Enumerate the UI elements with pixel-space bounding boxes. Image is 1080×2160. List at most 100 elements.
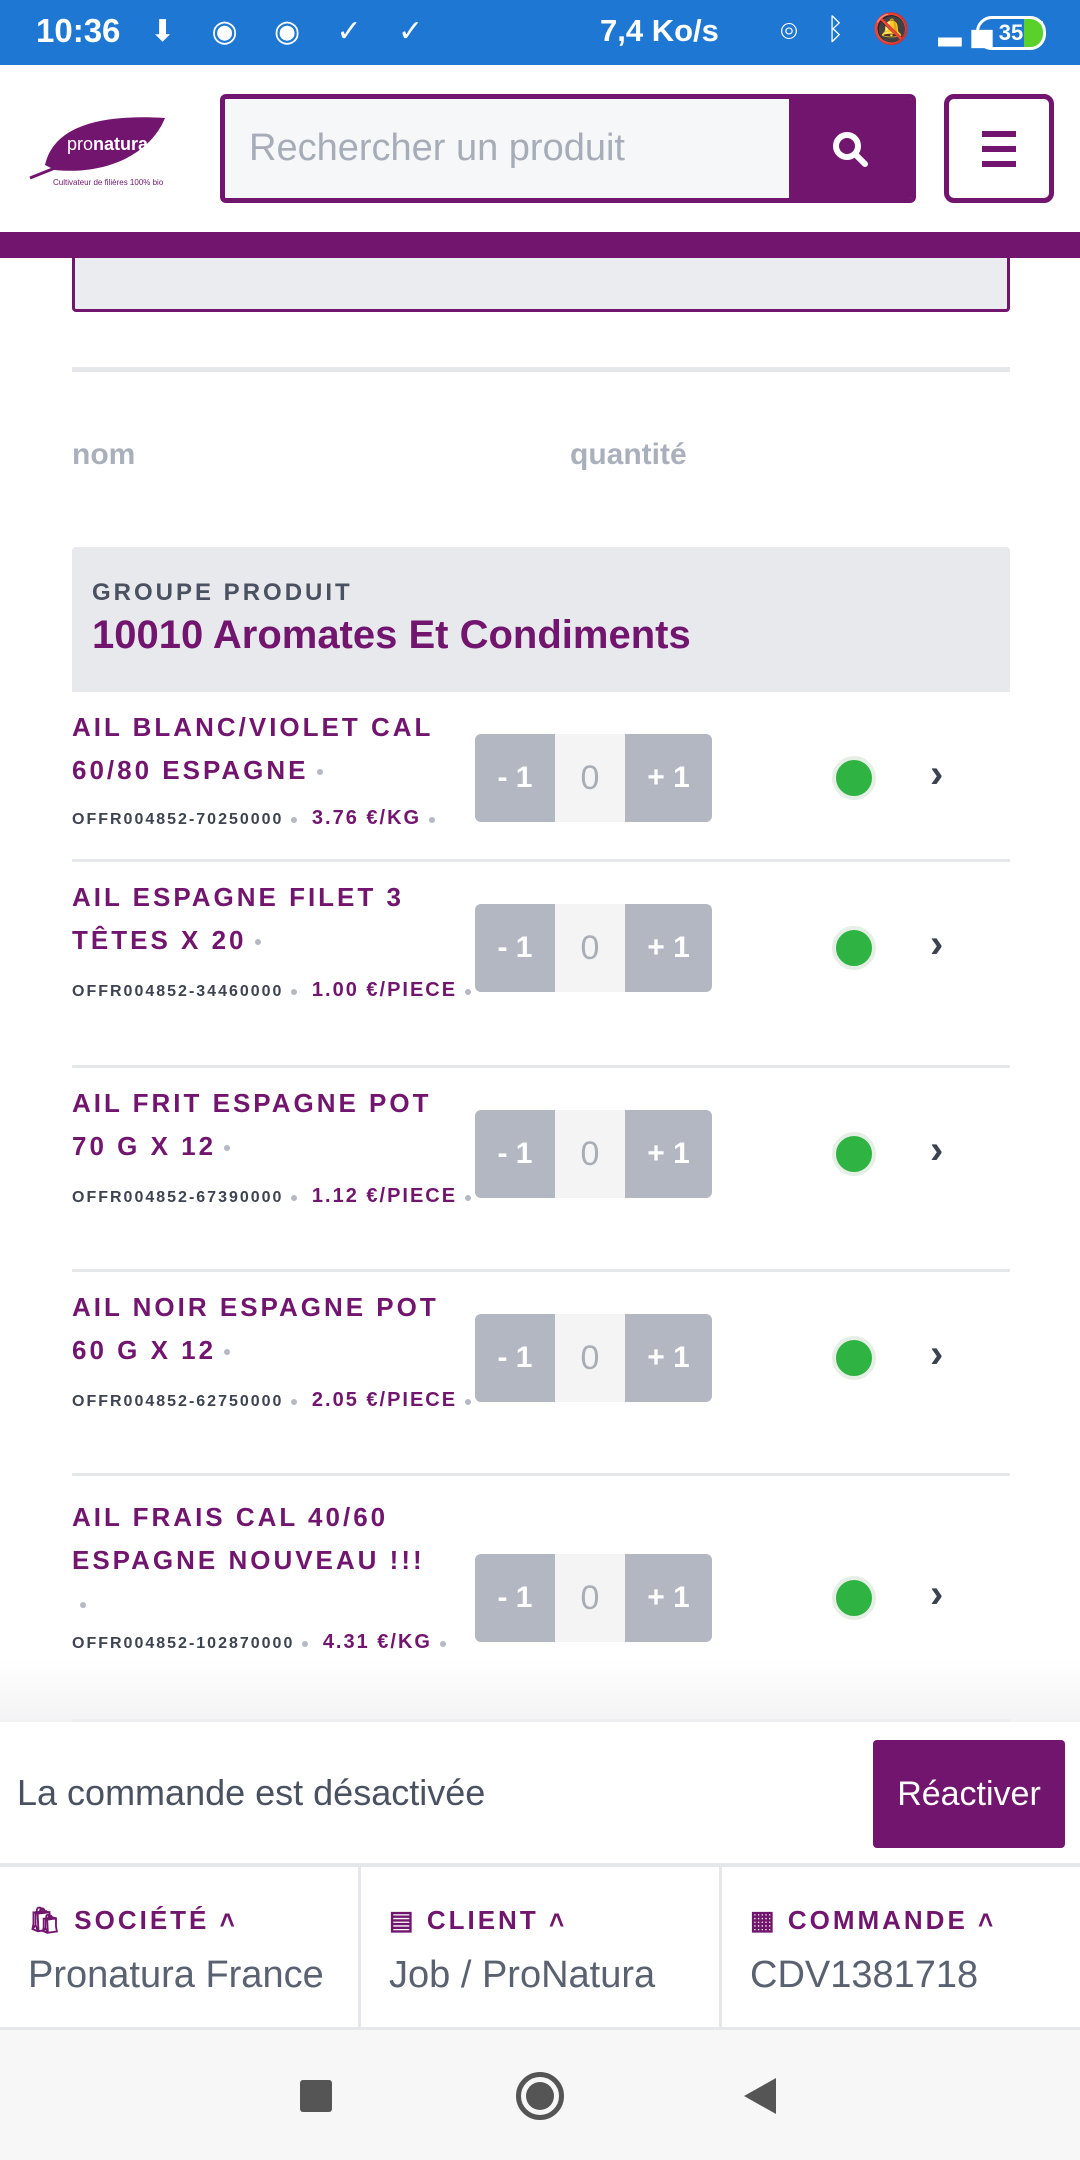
search-button[interactable] — [789, 99, 911, 198]
quantity-stepper: - 1 0 + 1 — [475, 734, 712, 822]
status-bar: 10:36 ⬇ ◉ ◉ ✓ ✓ 7,4 Ko/s ◎ ᛒ 🔕 ▂▄ ≋ 35 — [0, 0, 1080, 65]
company-value: Pronatura France — [28, 1954, 324, 1996]
availability-indicator — [832, 1132, 876, 1176]
notification-icons: ⬇ ◉ ◉ ✓ ✓ — [150, 15, 438, 48]
company-selector[interactable]: 🛍 SOCIÉTÉ ˄ Pronatura France — [0, 1867, 361, 2030]
quantity-stepper: - 1 0 + 1 — [475, 1554, 712, 1642]
header-divider — [0, 232, 1080, 258]
product-code: OFFR004852-102870000 — [72, 1635, 295, 1652]
separator-dot — [224, 1349, 231, 1356]
product-row[interactable]: AIL ESPAGNE FILET 3 TÊTES X 20 OFFR00485… — [72, 862, 1010, 1068]
scroll-fade — [0, 1660, 1080, 1722]
separator-dot — [80, 1602, 86, 1609]
decrement-button[interactable]: - 1 — [475, 734, 555, 822]
separator-dot — [316, 769, 323, 776]
chevron-up-icon: ˄ — [978, 1905, 997, 1935]
order-selector[interactable]: ▦ COMMANDE ˄ CDV1381718 — [722, 1867, 1080, 2030]
separator-dot — [254, 939, 261, 946]
column-header-name: nom — [72, 438, 136, 471]
quantity-value[interactable]: 0 — [555, 1554, 625, 1642]
product-price: 3.76 €/KG — [311, 807, 422, 829]
chevron-right-icon[interactable]: › — [930, 1572, 943, 1617]
product-meta: OFFR004852-102870000 4.31 €/KG — [72, 1626, 492, 1660]
product-group-header: GROUPE PRODUIT 10010 Aromates Et Condime… — [72, 547, 1010, 692]
product-name[interactable]: AIL NOIR ESPAGNE POT 60 G X 12 — [72, 1286, 462, 1372]
filter-field[interactable] — [72, 258, 1010, 312]
product-row[interactable]: AIL NOIR ESPAGNE POT 60 G X 12 OFFR00485… — [72, 1272, 1010, 1476]
order-label: COMMANDE — [787, 1905, 968, 1935]
product-code: OFFR004852-34460000 — [72, 983, 284, 1000]
product-row[interactable]: AIL BLANC/VIOLET CAL 60/80 ESPAGNE OFFR0… — [72, 692, 1010, 862]
product-code: OFFR004852-70250000 — [72, 811, 284, 828]
svg-text:Cultivateur de filières 100% b: Cultivateur de filières 100% bio — [53, 178, 164, 187]
search-input[interactable] — [225, 99, 795, 198]
android-nav-bar — [0, 2030, 1080, 2160]
group-title: 10010 Aromates Et Condiments — [92, 613, 691, 657]
battery-icon: 35 — [976, 16, 1046, 50]
order-disabled-message: La commande est désactivée — [17, 1772, 486, 1813]
chevron-right-icon[interactable]: › — [930, 1332, 943, 1377]
order-value: CDV1381718 — [750, 1954, 979, 1996]
quantity-value[interactable]: 0 — [555, 1314, 625, 1402]
client-label: CLIENT — [426, 1905, 539, 1935]
bag-icon: 🛍 — [28, 1905, 65, 1935]
pronatura-logo[interactable]: pronatura Cultivateur de filières 100% b… — [25, 110, 175, 190]
back-button[interactable] — [742, 2076, 778, 2116]
product-meta: OFFR004852-62750000 2.05 €/PIECE — [72, 1384, 492, 1418]
home-button[interactable] — [516, 2072, 564, 2120]
chevron-up-icon: ˄ — [548, 1905, 568, 1935]
search-icon — [833, 131, 868, 167]
product-meta: OFFR004852-67390000 1.12 €/PIECE — [72, 1180, 492, 1214]
availability-indicator — [832, 1576, 876, 1620]
product-meta: OFFR004852-34460000 1.00 €/PIECE — [72, 974, 492, 1008]
product-price: 2.05 €/PIECE — [311, 1389, 458, 1411]
svg-text:pronatura: pronatura — [67, 134, 149, 154]
decrement-button[interactable]: - 1 — [475, 904, 555, 992]
increment-button[interactable]: + 1 — [625, 904, 712, 992]
menu-button[interactable] — [944, 94, 1054, 203]
quantity-value[interactable]: 0 — [555, 1110, 625, 1198]
availability-indicator — [832, 926, 876, 970]
divider — [72, 367, 1010, 372]
network-speed: 7,4 Ko/s — [600, 13, 719, 48]
quantity-stepper: - 1 0 + 1 — [475, 1314, 712, 1402]
decrement-button[interactable]: - 1 — [475, 1554, 555, 1642]
clock: 10:36 — [36, 12, 121, 49]
chevron-right-icon[interactable]: › — [930, 752, 943, 797]
quantity-stepper: - 1 0 + 1 — [475, 904, 712, 992]
product-price: 4.31 €/KG — [322, 1631, 432, 1653]
product-name[interactable]: AIL ESPAGNE FILET 3 TÊTES X 20 — [72, 876, 462, 962]
hamburger-icon — [982, 130, 1016, 137]
reactivate-button[interactable]: Réactiver — [873, 1740, 1065, 1848]
client-value: Job / ProNatura — [389, 1954, 656, 1996]
chevron-right-icon[interactable]: › — [930, 1128, 943, 1173]
decrement-button[interactable]: - 1 — [475, 1314, 555, 1402]
client-selector[interactable]: ▤ CLIENT ˄ Job / ProNatura — [361, 1867, 722, 2030]
product-name[interactable]: AIL FRIT ESPAGNE POT 70 G X 12 — [72, 1082, 462, 1168]
search-bar — [220, 94, 916, 203]
order-status-bar: La commande est désactivée Réactiver — [0, 1722, 1080, 1867]
column-header-quantity: quantité — [570, 438, 687, 471]
product-code: OFFR004852-67390000 — [72, 1189, 284, 1206]
availability-indicator — [832, 1336, 876, 1380]
product-name[interactable]: AIL BLANC/VIOLET CAL 60/80 ESPAGNE — [72, 706, 462, 792]
increment-button[interactable]: + 1 — [625, 1554, 712, 1642]
chevron-right-icon[interactable]: › — [930, 922, 943, 967]
increment-button[interactable]: + 1 — [625, 1314, 712, 1402]
product-code: OFFR004852-62750000 — [72, 1393, 284, 1410]
increment-button[interactable]: + 1 — [625, 1110, 712, 1198]
store-icon: ▤ — [389, 1905, 417, 1935]
product-name[interactable]: AIL FRAIS CAL 40/60 ESPAGNE NOUVEAU !!! — [72, 1496, 462, 1625]
decrement-button[interactable]: - 1 — [475, 1110, 555, 1198]
product-row[interactable]: AIL FRIT ESPAGNE POT 70 G X 12 OFFR00485… — [72, 1068, 1010, 1272]
recents-button[interactable] — [300, 2080, 332, 2112]
quantity-value[interactable]: 0 — [555, 734, 625, 822]
product-price: 1.12 €/PIECE — [311, 1185, 458, 1207]
increment-button[interactable]: + 1 — [625, 734, 712, 822]
separator-dot — [224, 1145, 231, 1152]
quantity-stepper: - 1 0 + 1 — [475, 1110, 712, 1198]
group-label: GROUPE PRODUIT — [92, 579, 353, 606]
info-panel: 🛍 SOCIÉTÉ ˄ Pronatura France ▤ CLIENT ˄ … — [0, 1867, 1080, 2030]
availability-indicator — [832, 756, 876, 800]
quantity-value[interactable]: 0 — [555, 904, 625, 992]
